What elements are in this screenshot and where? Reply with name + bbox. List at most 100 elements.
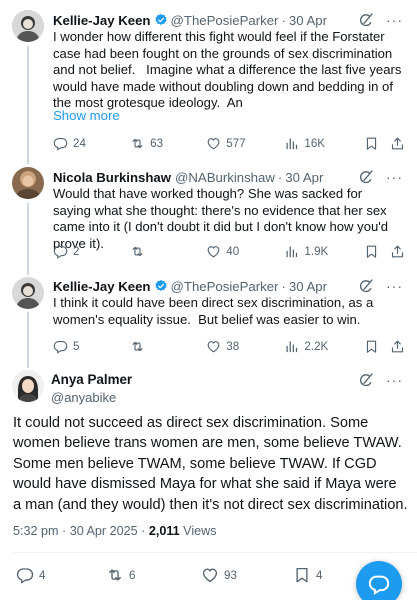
- verified-badge-icon: [154, 279, 168, 293]
- views-count: 1.9K: [304, 244, 329, 258]
- reply-icon: [53, 136, 68, 151]
- post-time[interactable]: 30 Apr: [289, 13, 327, 28]
- repost-button[interactable]: [130, 339, 206, 354]
- bookmark-button[interactable]: [364, 244, 384, 259]
- bookmark-button[interactable]: 4: [293, 566, 322, 584]
- bookmark-button[interactable]: [364, 136, 384, 151]
- author-handle[interactable]: @ThePosieParker: [171, 13, 279, 28]
- like-count: 93: [224, 568, 237, 582]
- more-icon[interactable]: ···: [386, 373, 403, 387]
- reply-tweet-1[interactable]: Kellie-Jay Keen @ThePosieParker · 30 Apr…: [0, 0, 417, 158]
- bookmark-button[interactable]: [364, 339, 384, 354]
- repost-button[interactable]: 63: [130, 136, 206, 151]
- repost-icon: [130, 136, 145, 151]
- reply-count: 5: [73, 339, 80, 353]
- views-button[interactable]: 16K: [284, 136, 364, 151]
- author-name[interactable]: Kellie-Jay Keen: [53, 279, 151, 294]
- like-button[interactable]: 93: [201, 566, 293, 584]
- like-button[interactable]: 577: [206, 136, 284, 151]
- reply-count: 24: [73, 136, 86, 150]
- share-button[interactable]: [390, 136, 405, 151]
- post-meta: 5:32 pm · 30 Apr 2025 · 2,011 Views: [13, 524, 217, 538]
- avatar[interactable]: [12, 277, 44, 309]
- grok-icon[interactable]: [358, 372, 374, 388]
- more-icon[interactable]: ···: [386, 13, 403, 27]
- reply-icon: [53, 339, 68, 354]
- views-count: 2.2K: [304, 339, 329, 353]
- tweet-text: It could not succeed as direct sex discr…: [13, 415, 408, 513]
- bookmark-icon: [364, 244, 379, 259]
- reply-count: 2: [73, 244, 80, 258]
- tweet-text: I think it could have been direct sex di…: [53, 295, 377, 327]
- reply-count: 4: [39, 568, 46, 582]
- more-icon[interactable]: ···: [386, 170, 403, 184]
- avatar[interactable]: [12, 167, 44, 199]
- post-time[interactable]: 30 Apr: [289, 279, 327, 294]
- reply-button[interactable]: 24: [53, 136, 130, 151]
- views-button[interactable]: 1.9K: [284, 244, 364, 259]
- bookmark-icon: [293, 566, 311, 584]
- reply-button[interactable]: 5: [53, 339, 130, 354]
- post-timestamp[interactable]: 5:32 pm · 30 Apr 2025 ·: [13, 524, 149, 538]
- author-handle[interactable]: @anyabike: [51, 390, 116, 405]
- separator-dot: ·: [281, 278, 286, 294]
- tweet-text: I wonder how different this fight would …: [53, 29, 406, 111]
- share-button[interactable]: [390, 339, 405, 354]
- like-icon: [206, 244, 221, 259]
- bookmark-icon: [364, 339, 379, 354]
- like-count: 577: [226, 136, 246, 150]
- views-icon: [284, 244, 299, 259]
- compose-reply-icon: [368, 575, 390, 595]
- share-icon: [390, 136, 405, 151]
- author-name[interactable]: Kellie-Jay Keen: [53, 13, 151, 28]
- author-name[interactable]: Nicola Burkinshaw: [53, 170, 171, 185]
- repost-button[interactable]: 6: [106, 566, 201, 584]
- views-label: Views: [179, 524, 217, 538]
- reply-tweet-2[interactable]: Nicola Burkinshaw @NABurkinshaw · 30 Apr…: [0, 158, 417, 268]
- reply-button[interactable]: 4: [16, 566, 106, 584]
- reply-icon: [16, 566, 34, 584]
- share-button[interactable]: [390, 244, 405, 259]
- views-count: 16K: [304, 136, 326, 150]
- thread-connector: [27, 203, 29, 275]
- views-count: 2,011: [148, 524, 180, 538]
- divider: [13, 552, 417, 553]
- bookmark-count: 4: [316, 568, 323, 582]
- repost-icon: [106, 566, 124, 584]
- grok-icon[interactable]: [358, 12, 374, 28]
- like-icon: [206, 339, 221, 354]
- repost-count: 63: [150, 136, 164, 150]
- reply-button[interactable]: 2: [53, 244, 130, 259]
- repost-count: 6: [129, 568, 136, 582]
- like-button[interactable]: 40: [206, 244, 284, 259]
- verified-badge-icon: [154, 13, 168, 27]
- views-icon: [284, 339, 299, 354]
- separator-dot: ·: [281, 12, 286, 28]
- thread-connector: [27, 46, 29, 164]
- show-more-link[interactable]: Show more: [53, 108, 120, 123]
- share-icon: [390, 244, 405, 259]
- like-icon: [201, 566, 219, 584]
- reply-tweet-3[interactable]: Kellie-Jay Keen @ThePosieParker · 30 Apr…: [0, 268, 417, 362]
- separator-dot: ·: [277, 169, 283, 185]
- repost-button[interactable]: [130, 244, 206, 259]
- more-icon[interactable]: ···: [386, 279, 403, 293]
- repost-icon: [130, 339, 145, 354]
- share-icon: [390, 339, 405, 354]
- grok-icon[interactable]: [358, 169, 374, 185]
- repost-icon: [130, 244, 145, 259]
- like-count: 40: [226, 244, 240, 258]
- author-name[interactable]: Anya Palmer: [51, 372, 132, 387]
- avatar[interactable]: [12, 10, 44, 42]
- like-button[interactable]: 38: [206, 339, 284, 354]
- views-icon: [284, 136, 299, 151]
- post-time[interactable]: 30 Apr: [285, 170, 323, 185]
- avatar[interactable]: [12, 370, 44, 402]
- views-button[interactable]: 2.2K: [284, 339, 364, 354]
- author-handle[interactable]: @ThePosieParker: [171, 279, 279, 294]
- author-handle[interactable]: @NABurkinshaw: [175, 170, 275, 185]
- like-count: 38: [226, 339, 240, 353]
- like-icon: [206, 136, 221, 151]
- grok-icon[interactable]: [358, 278, 374, 294]
- compose-reply-button[interactable]: [356, 561, 402, 600]
